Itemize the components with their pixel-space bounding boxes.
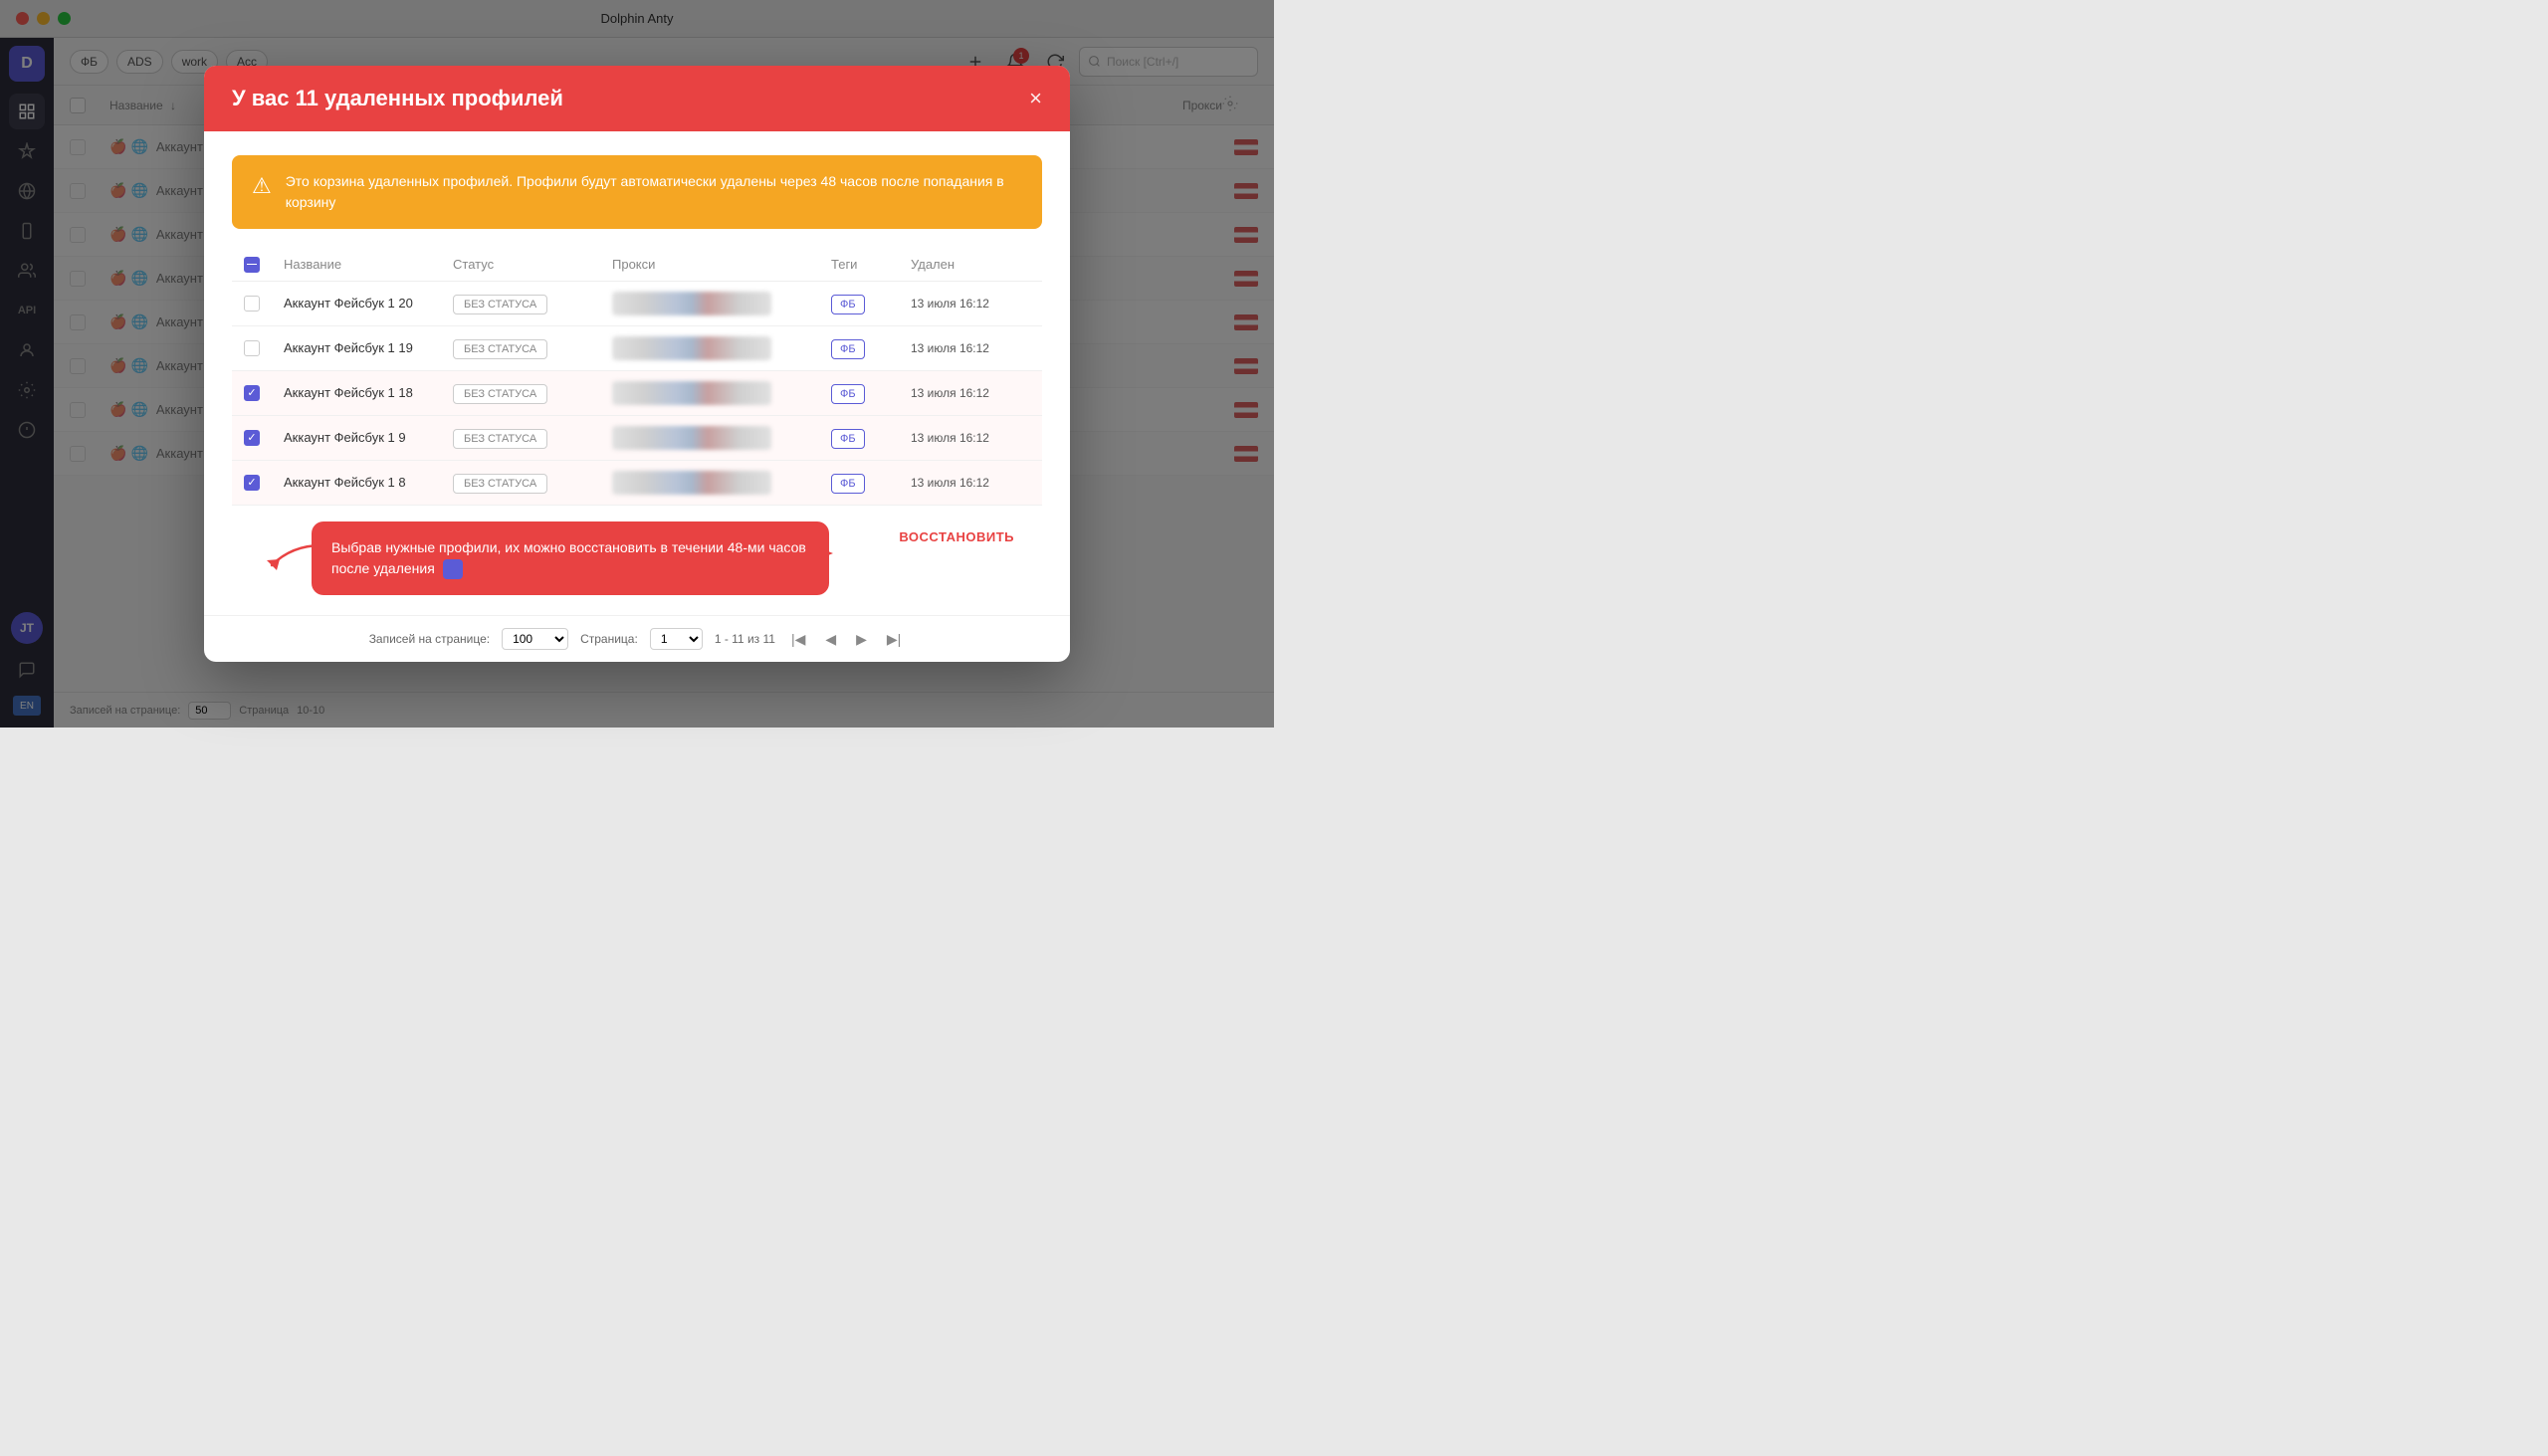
proxy-preview-3 (612, 381, 771, 405)
proxy-preview-1 (612, 292, 771, 315)
profile-name-3: Аккаунт Фейсбук 1 18 (284, 385, 453, 400)
pagination-records-select[interactable]: 100 50 (502, 628, 568, 650)
profile-name-1: Аккаунт Фейсбук 1 20 (284, 296, 453, 311)
deleted-time-3: 13 июля 16:12 (911, 386, 1030, 400)
deleted-time-1: 13 июля 16:12 (911, 297, 1030, 311)
status-badge-2: БЕЗ СТАТУСА (453, 339, 547, 359)
row-checkbox-3[interactable] (244, 385, 260, 401)
warning-text: Это корзина удаленных профилей. Профили … (286, 171, 1022, 213)
modal-footer: Выбрав нужные профили, их можно восстано… (204, 506, 1070, 615)
modal-table-row: Аккаунт Фейсбук 1 20 БЕЗ СТАТУСА ФБ 13 и… (232, 282, 1042, 326)
restore-button[interactable]: ВОССТАНОВИТЬ (899, 529, 1014, 544)
dolphin-icon (443, 559, 463, 579)
modal-title: У вас 11 удаленных профилей (232, 86, 563, 111)
modal-col-proxy: Прокси (612, 257, 831, 272)
modal-body: ⚠ Это корзина удаленных профилей. Профил… (204, 131, 1070, 506)
modal-table-row: Аккаунт Фейсбук 1 18 БЕЗ СТАТУСА ФБ 13 и… (232, 371, 1042, 416)
deleted-profiles-modal: У вас 11 удаленных профилей × ⚠ Это корз… (204, 66, 1070, 662)
callout-row: Выбрав нужные профили, их можно восстано… (232, 506, 1042, 595)
pagination-page-label: Страница: (580, 632, 638, 646)
status-badge-3: БЕЗ СТАТУСА (453, 384, 547, 404)
row-checkbox-1[interactable] (244, 296, 260, 312)
warning-icon: ⚠ (252, 173, 272, 199)
modal-table-row: Аккаунт Фейсбук 1 19 БЕЗ СТАТУСА ФБ 13 и… (232, 326, 1042, 371)
row-checkbox-5[interactable] (244, 475, 260, 491)
tag-badge-3: ФБ (831, 384, 865, 404)
deleted-time-2: 13 июля 16:12 (911, 341, 1030, 355)
pagination-next-button[interactable]: ▶ (852, 629, 871, 650)
tag-badge-2: ФБ (831, 339, 865, 359)
modal-col-deleted: Удален (911, 257, 1030, 272)
pagination-page-select[interactable]: 1 (650, 628, 703, 650)
profile-name-4: Аккаунт Фейсбук 1 9 (284, 430, 453, 445)
modal-table-row: Аккаунт Фейсбук 1 9 БЕЗ СТАТУСА ФБ 13 ию… (232, 416, 1042, 461)
deleted-time-5: 13 июля 16:12 (911, 476, 1030, 490)
pagination-records-label: Записей на странице: (369, 632, 490, 646)
modal-header: У вас 11 удаленных профилей × (204, 66, 1070, 131)
tag-badge-4: ФБ (831, 429, 865, 449)
proxy-preview-5 (612, 471, 771, 495)
status-badge-4: БЕЗ СТАТУСА (453, 429, 547, 449)
modal-select-all-checkbox[interactable] (244, 257, 260, 273)
proxy-preview-2 (612, 336, 771, 360)
status-badge-5: БЕЗ СТАТУСА (453, 474, 547, 494)
modal-table-row: Аккаунт Фейсбук 1 8 БЕЗ СТАТУСА ФБ 13 ию… (232, 461, 1042, 506)
status-badge-1: БЕЗ СТАТУСА (453, 295, 547, 314)
deleted-time-4: 13 июля 16:12 (911, 431, 1030, 445)
pagination-prev-button[interactable]: ◀ (821, 629, 840, 650)
profile-name-5: Аккаунт Фейсбук 1 8 (284, 475, 453, 490)
modal-col-tags: Теги (831, 257, 911, 272)
modal-col-name: Название (284, 257, 453, 272)
proxy-preview-4 (612, 426, 771, 450)
warning-banner: ⚠ Это корзина удаленных профилей. Профил… (232, 155, 1042, 229)
row-checkbox-2[interactable] (244, 340, 260, 356)
modal-table-header: Название Статус Прокси Теги Удален (232, 249, 1042, 282)
pagination-first-button[interactable]: |◀ (787, 629, 809, 650)
modal-pagination: Записей на странице: 100 50 Страница: 1 … (204, 615, 1070, 662)
modal-table-body: Аккаунт Фейсбук 1 20 БЕЗ СТАТУСА ФБ 13 и… (232, 282, 1042, 506)
modal-close-button[interactable]: × (1029, 88, 1042, 109)
pagination-last-button[interactable]: ▶| (883, 629, 905, 650)
tag-badge-1: ФБ (831, 295, 865, 314)
modal-overlay[interactable]: У вас 11 удаленных профилей × ⚠ Это корз… (0, 0, 1274, 728)
row-checkbox-4[interactable] (244, 430, 260, 446)
profile-name-2: Аккаунт Фейсбук 1 19 (284, 340, 453, 355)
modal-col-status: Статус (453, 257, 612, 272)
arrow-to-restore (724, 523, 843, 583)
tag-badge-5: ФБ (831, 474, 865, 494)
pagination-info: 1 - 11 из 11 (715, 632, 775, 646)
